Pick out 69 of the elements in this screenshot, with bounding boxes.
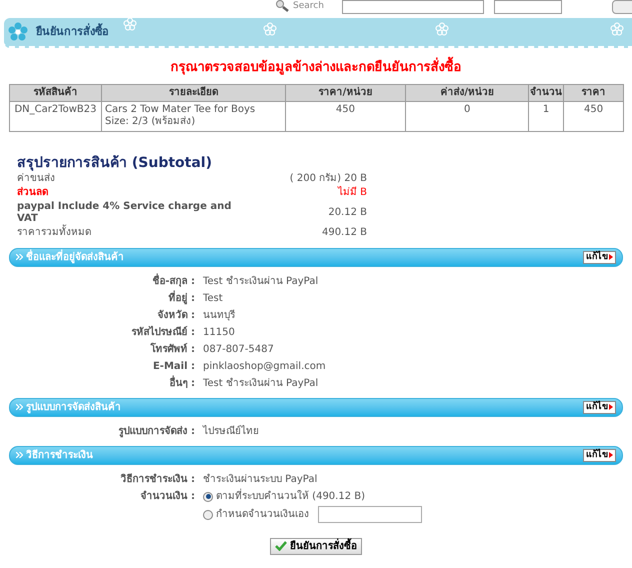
table-cell: DN_Car2TowB23 xyxy=(10,101,102,131)
field-label: รหัสไปรษณีย์ : xyxy=(130,324,196,340)
arrow-icon xyxy=(609,404,613,410)
field-value: Test ชำระเงินผ่าน PayPal xyxy=(203,376,318,390)
section-title: วิธีการชำระเงิน xyxy=(26,448,93,462)
option-label: ตามที่ระบบคำนวนให้ (490.12 B) xyxy=(216,488,366,505)
double-chevron-icon xyxy=(16,254,23,260)
edit-button[interactable]: แก้ไข xyxy=(583,448,616,462)
column-header: จำนวน xyxy=(528,84,564,101)
checkmark-icon xyxy=(275,541,287,551)
summary-label: paypal Include 4% Service charge and VAT xyxy=(17,200,232,224)
field-label: วิธีการชำระเงิน : xyxy=(120,472,196,486)
table-cell: 450 xyxy=(564,101,624,131)
field-label: ที่อยู่ : xyxy=(168,290,196,306)
field-label: จังหวัด : xyxy=(156,308,196,322)
radio-button[interactable] xyxy=(203,492,213,502)
column-header: ค่าส่ง/หน่วย xyxy=(406,84,529,101)
double-chevron-icon xyxy=(16,404,23,410)
option-label: กำหนดจำนวนเงินเอง xyxy=(216,508,309,522)
flower-icon xyxy=(609,22,625,36)
section-title: รูปแบบการจัดส่งสินค้า xyxy=(26,400,121,414)
summary-label: ราคารวมทั้งหมด xyxy=(17,226,91,238)
field-value: Test xyxy=(203,292,223,306)
field-label: รูปแบบการจัดส่ง : xyxy=(118,424,196,440)
table-cell: 1 xyxy=(528,101,564,131)
flower-icon xyxy=(262,22,278,36)
field-value: 087-807-5487 xyxy=(203,342,274,356)
field-value: pinklaoshop@gmail.com xyxy=(203,360,326,374)
field-label: E-Mail : xyxy=(152,360,196,374)
confirm-button[interactable]: ยืนยันการสั่งซื้อ xyxy=(270,538,362,554)
table-cell: 450 xyxy=(285,101,406,131)
subtotal-title: สรุปรายการสินค้า (Subtotal) xyxy=(17,154,213,172)
table-cell: 0 xyxy=(406,101,529,131)
amount-field[interactable] xyxy=(318,506,422,523)
flower-icon xyxy=(434,22,450,36)
search-dropdown[interactable] xyxy=(494,0,562,14)
search-field[interactable] xyxy=(342,0,484,14)
edit-button[interactable]: แก้ไข xyxy=(583,400,616,414)
summary-label: ค่าขนส่ง xyxy=(17,172,55,184)
summary-label: ส่วนลด xyxy=(17,186,48,198)
radio-button[interactable] xyxy=(203,510,213,520)
field-label: โทรศัพท์ : xyxy=(150,342,196,356)
field-value: ชำระเงินผ่านระบบ PayPal xyxy=(203,472,318,486)
field-value: ไปรษณีย์ไทย xyxy=(203,424,259,438)
banner-title: ยืนยันการสั่งซื้อ xyxy=(36,24,109,40)
summary-value: 490.12 B xyxy=(322,226,367,238)
table-cell: Cars 2 Tow Mater Tee for Boys Size: 2/3 (พร้อมส่ง) xyxy=(101,101,286,131)
arrow-icon xyxy=(609,452,613,458)
summary-value: ไม่มี B xyxy=(338,186,367,198)
column-header: ราคา/หน่วย xyxy=(285,84,406,101)
summary-value: ( 200 กรัม) 20 B xyxy=(290,172,367,184)
field-label: อื่นๆ : xyxy=(168,374,196,390)
edit-button[interactable]: แก้ไข xyxy=(583,250,616,264)
field-value: นนทบุรี xyxy=(203,308,235,323)
summary-value: 20.12 B xyxy=(328,206,367,218)
field-label: จำนวนเงิน : xyxy=(140,490,196,504)
search-label: Search xyxy=(293,0,324,12)
double-chevron-icon xyxy=(16,452,23,458)
section-title: ชื่อและที่อยู่จัดส่งสินค้า xyxy=(26,250,124,264)
field-label: ชื่อ-สกุล : xyxy=(151,272,196,289)
field-value: 11150 xyxy=(203,326,235,340)
arrow-icon xyxy=(609,254,613,260)
notice-text: กรุณาตรวจสอบข้อมูลข้างล่างและกดยืนยันการสั่งซื้อ xyxy=(0,58,632,78)
column-header: รายละเอียด xyxy=(101,84,286,101)
column-header: รหัสสินค้า xyxy=(10,84,102,101)
flower-icon xyxy=(8,22,28,42)
column-header: ราคา xyxy=(564,84,624,101)
search-icon xyxy=(275,0,289,12)
field-value: Test ชำระเงินผ่าน PayPal xyxy=(203,274,318,288)
